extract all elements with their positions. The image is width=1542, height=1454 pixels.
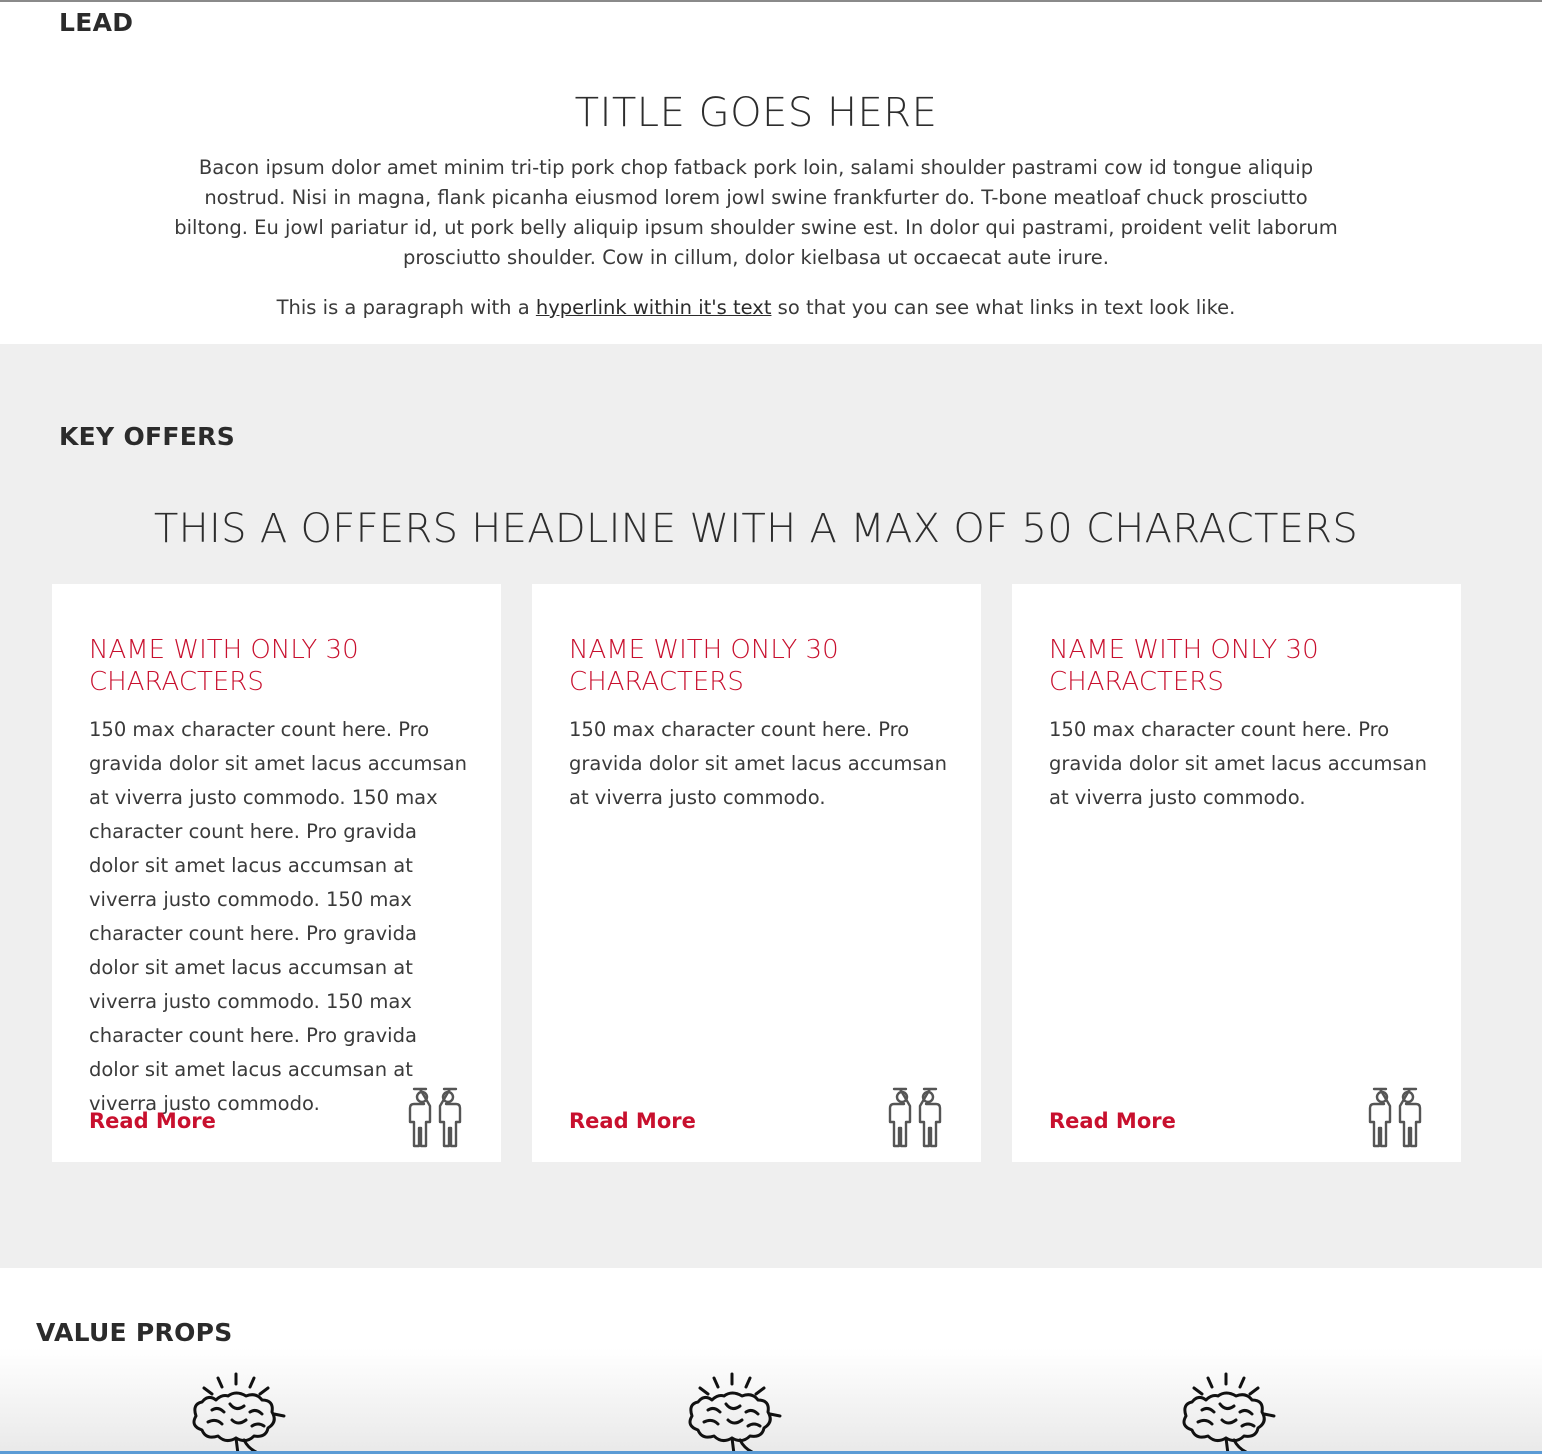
offer-card-title: NAME WITH ONLY 30 CHARACTERS [569, 635, 839, 697]
offers-headline: THIS A OFFERS HEADLINE WITH A MAX OF 50 … [153, 506, 1359, 552]
brain-idea-icon [688, 1372, 782, 1454]
read-more-link[interactable]: Read More [89, 1109, 216, 1133]
offer-card-description: 150 max character count here. Pro gravid… [569, 718, 947, 809]
offer-card-description: 150 max character count here. Pro gravid… [89, 718, 467, 1115]
offer-card-1: NAME WITH ONLY 30 CHARACTERS 150 max cha… [52, 584, 501, 1162]
offer-card-3: NAME WITH ONLY 30 CHARACTERS 150 max cha… [1012, 584, 1461, 1162]
offer-card-title: NAME WITH ONLY 30 CHARACTERS [1049, 635, 1319, 697]
brain-idea-icon [192, 1372, 286, 1454]
lead-link-paragraph-end: so that you can see what links in text l… [771, 296, 1236, 319]
read-more-link[interactable]: Read More [569, 1109, 696, 1133]
key-offers-section-label: KEY OFFERS [59, 422, 235, 451]
high-five-icon [888, 1087, 942, 1148]
high-five-icon [1368, 1087, 1422, 1148]
offer-card-2: NAME WITH ONLY 30 CHARACTERS 150 max cha… [532, 584, 981, 1162]
lead-link-paragraph: This is a paragraph with a hyperlink wit… [174, 293, 1338, 323]
lead-body-text: Bacon ipsum dolor amet minim tri-tip por… [174, 156, 1338, 269]
key-offers-section: KEY OFFERS THIS A OFFERS HEADLINE WITH A… [0, 344, 1542, 1268]
offer-card-description: 150 max character count here. Pro gravid… [1049, 718, 1427, 809]
offer-card-title: NAME WITH ONLY 30 CHARACTERS [89, 635, 359, 697]
lead-section: LEAD TITLE GOES HERE Bacon ipsum dolor a… [0, 2, 1542, 344]
high-five-icon [408, 1087, 462, 1148]
inline-hyperlink[interactable]: hyperlink within it's text [536, 296, 772, 319]
value-props-section: VALUE PROPS [0, 1268, 1542, 1454]
lead-title: TITLE GOES HERE [574, 90, 938, 136]
lead-section-label: LEAD [59, 8, 134, 37]
brain-idea-icon [1182, 1372, 1276, 1454]
value-props-section-label: VALUE PROPS [36, 1318, 233, 1347]
lead-link-paragraph-start: This is a paragraph with a [276, 296, 536, 319]
read-more-link[interactable]: Read More [1049, 1109, 1176, 1133]
